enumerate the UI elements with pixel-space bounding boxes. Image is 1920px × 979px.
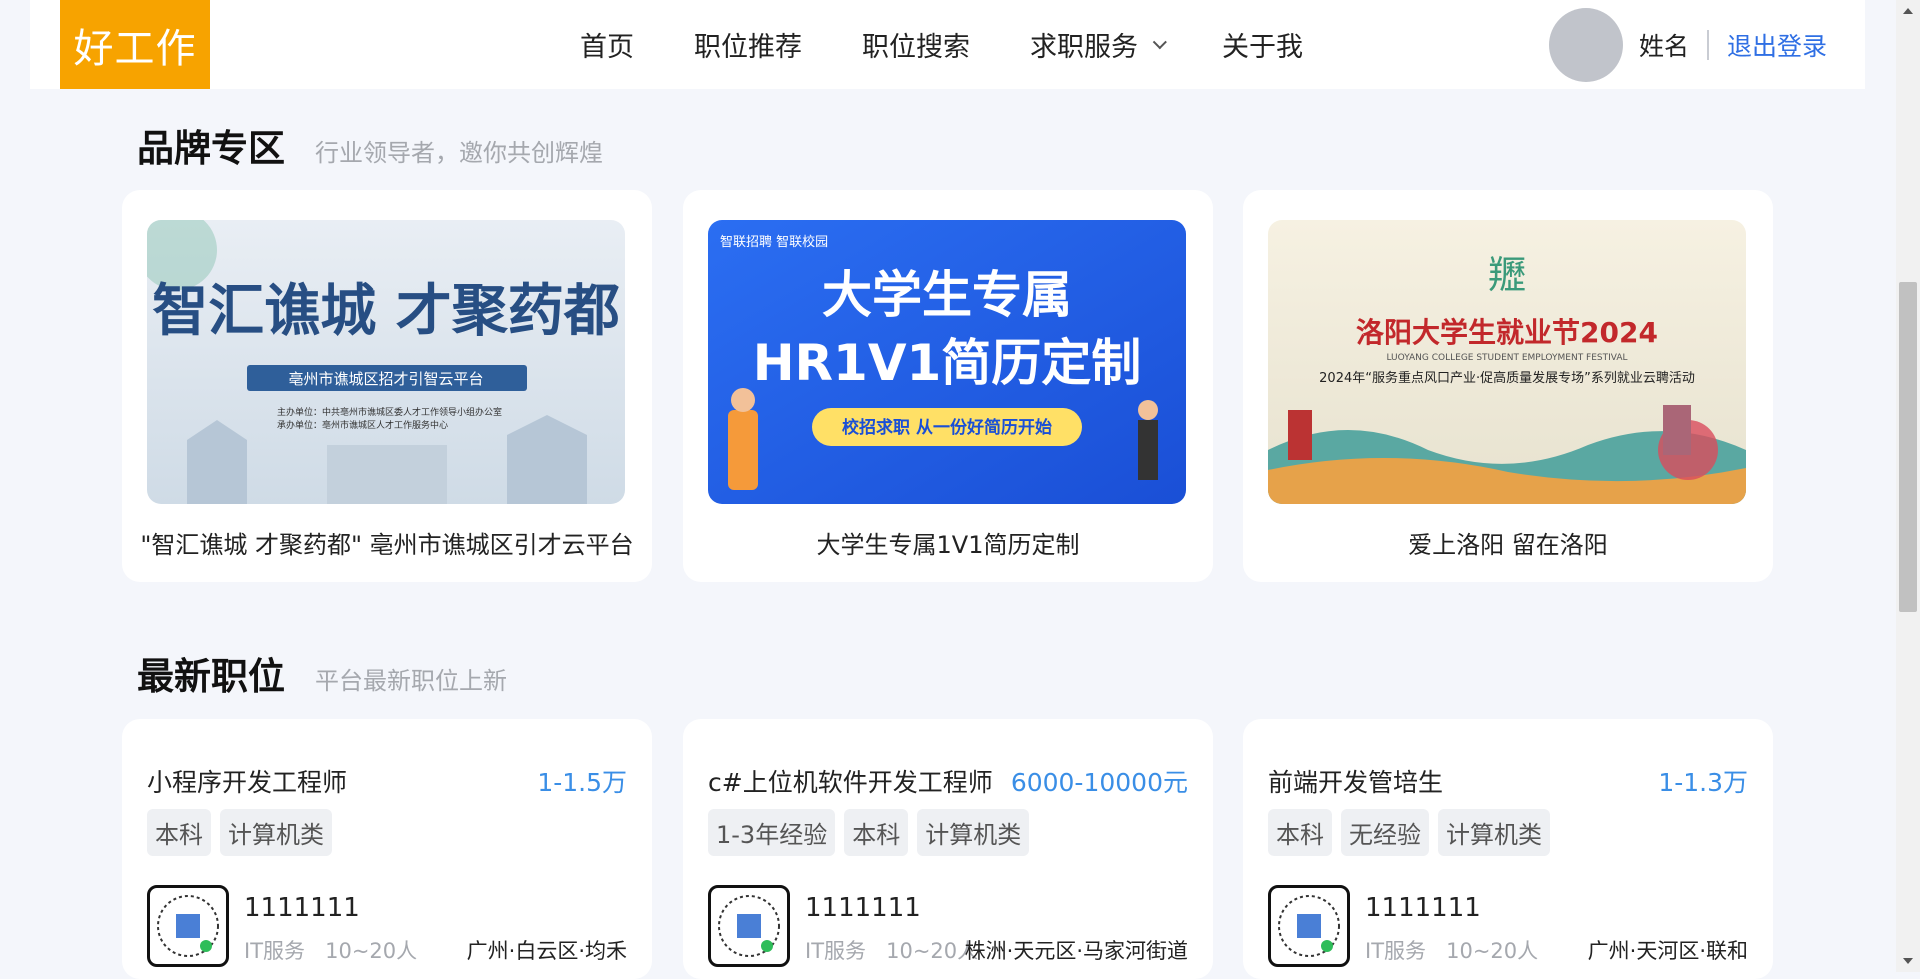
brand-caption[interactable]: "智汇谯城 才聚药都" 亳州市谯城区引才云平台 bbox=[122, 525, 652, 560]
company-size: 10~20人 bbox=[325, 939, 418, 963]
nav-search-label: 职位搜索 bbox=[862, 32, 970, 63]
job-card[interactable]: 前端开发管培生 1-1.3万 本科 无经验 计算机类 1111111 IT服务 … bbox=[1243, 719, 1773, 979]
company-meta: IT服务 10~20人 bbox=[244, 935, 417, 965]
svg-text:䍽: 䍽 bbox=[1488, 253, 1526, 297]
company-info[interactable]: 1111111 IT服务 10~20人 株洲·天元区·马家河街道 bbox=[708, 885, 1188, 967]
job-title[interactable]: 小程序开发工程师 bbox=[147, 763, 347, 799]
job-tag: 本科 bbox=[147, 809, 211, 856]
banner-title-text: 洛阳大学生就业节2024 bbox=[1356, 316, 1658, 349]
nav-about-label: 关于我 bbox=[1222, 32, 1303, 63]
job-tags: 1-3年经验 本科 计算机类 bbox=[708, 809, 1038, 856]
jobs-section-subtitle: 平台最新职位上新 bbox=[315, 667, 507, 695]
job-salary: 1-1.5万 bbox=[537, 768, 627, 797]
user-area: 姓名 退出登录 bbox=[1548, 0, 1827, 89]
job-tag: 无经验 bbox=[1341, 809, 1429, 856]
top-header: 好工作 首页 职位推荐 职位搜索 求职服务 关于我 姓名 退出登录 bbox=[30, 0, 1865, 89]
username[interactable]: 姓名 bbox=[1639, 27, 1689, 63]
job-title[interactable]: c#上位机软件开发工程师 bbox=[708, 763, 993, 799]
job-tags: 本科 无经验 计算机类 bbox=[1268, 809, 1559, 856]
job-card[interactable]: 小程序开发工程师 1-1.5万 本科 计算机类 1111111 IT服务 10~… bbox=[122, 719, 652, 979]
job-tag: 1-3年经验 bbox=[708, 809, 836, 856]
chevron-down-icon bbox=[1152, 34, 1167, 49]
brand-caption[interactable]: 大学生专属1V1简历定制 bbox=[683, 525, 1213, 560]
qr-code-icon bbox=[147, 885, 229, 967]
job-tag: 计算机类 bbox=[220, 809, 332, 856]
brand-card[interactable]: 智汇谯城 才聚药都 亳州市谯城区招才引智云平台 主办单位：中共亳州市谯城区委人才… bbox=[122, 190, 652, 582]
logout-link[interactable]: 退出登录 bbox=[1727, 27, 1827, 63]
banner-org-text: 承办单位：亳州市谯城区人才工作服务中心 bbox=[277, 419, 448, 431]
banner-org-text: 主办单位：中共亳州市谯城区委人才工作领导小组办公室 bbox=[277, 406, 502, 418]
job-tags: 本科 计算机类 bbox=[147, 809, 341, 856]
jobs-section-header: 最新职位 平台最新职位上新 bbox=[137, 646, 507, 700]
banner-line1-text: 大学生专属 bbox=[822, 266, 1072, 324]
scroll-down-arrow-icon[interactable] bbox=[1903, 958, 1913, 964]
job-location: 株洲·天元区·马家河街道 bbox=[964, 939, 1188, 963]
job-salary: 6000-10000元 bbox=[1010, 768, 1188, 797]
nav-home-label: 首页 bbox=[580, 32, 634, 63]
main-nav: 首页 职位推荐 职位搜索 求职服务 关于我 bbox=[580, 0, 1363, 89]
banner-brand-text: 智联招聘 智联校园 bbox=[720, 234, 828, 250]
nav-about[interactable]: 关于我 bbox=[1222, 25, 1303, 64]
banner-sub-text: 2024年“服务重点风口产业·促高质量发展专场”系列就业云聘活动 bbox=[1319, 370, 1695, 386]
banner-bozhou: 智汇谯城 才聚药都 亳州市谯城区招才引智云平台 主办单位：中共亳州市谯城区委人才… bbox=[147, 220, 625, 504]
nav-home[interactable]: 首页 bbox=[580, 25, 634, 64]
nav-recommend-label: 职位推荐 bbox=[694, 32, 802, 63]
job-title[interactable]: 前端开发管培生 bbox=[1268, 763, 1443, 799]
banner-luoyang: 䍽 洛阳大学生就业节2024 LUOYANG COLLEGE STUDENT E… bbox=[1268, 220, 1746, 504]
nav-services-label: 求职服务 bbox=[1030, 32, 1138, 63]
company-info[interactable]: 1111111 IT服务 10~20人 广州·白云区·均禾 bbox=[147, 885, 627, 967]
brand-card[interactable]: 䍽 洛阳大学生就业节2024 LUOYANG COLLEGE STUDENT E… bbox=[1243, 190, 1773, 582]
job-tag: 计算机类 bbox=[917, 809, 1030, 856]
brand-section-header: 品牌专区 行业领导者，邀你共创辉煌 bbox=[137, 118, 603, 172]
page-scrollbar[interactable] bbox=[1896, 0, 1920, 972]
company-size: 10~20人 bbox=[1446, 939, 1539, 963]
company-industry: IT服务 bbox=[805, 939, 867, 963]
banner-en-text: LUOYANG COLLEGE STUDENT EMPLOYMENT FESTI… bbox=[1386, 353, 1627, 363]
company-name[interactable]: 1111111 bbox=[805, 893, 921, 923]
company-info[interactable]: 1111111 IT服务 10~20人 广州·天河区·联和 bbox=[1268, 885, 1748, 967]
banner-line2-text: HR1V1简历定制 bbox=[753, 334, 1142, 392]
brand-card[interactable]: 智联招聘 智联校园 大学生专属 HR1V1简历定制 校招求职 从一份好简历开始 … bbox=[683, 190, 1213, 582]
banner-pill-text: 校招求职 从一份好简历开始 bbox=[842, 417, 1052, 438]
job-location: 广州·白云区·均禾 bbox=[466, 939, 627, 963]
job-tag: 本科 bbox=[1268, 809, 1332, 856]
brand-section-title: 品牌专区 bbox=[137, 127, 285, 170]
jobs-section-title: 最新职位 bbox=[137, 655, 285, 698]
divider bbox=[1706, 29, 1709, 60]
job-card[interactable]: c#上位机软件开发工程师 6000-10000元 1-3年经验 本科 计算机类 … bbox=[683, 719, 1213, 979]
job-tag: 计算机类 bbox=[1438, 809, 1550, 856]
avatar[interactable] bbox=[1548, 7, 1623, 82]
company-industry: IT服务 bbox=[244, 939, 306, 963]
site-logo[interactable]: 好工作 bbox=[60, 0, 210, 89]
company-name[interactable]: 1111111 bbox=[244, 893, 360, 923]
company-meta: IT服务 10~20人 bbox=[805, 935, 978, 965]
company-name[interactable]: 1111111 bbox=[1365, 893, 1481, 923]
qr-code-icon bbox=[1268, 885, 1350, 967]
qr-code-icon bbox=[708, 885, 790, 967]
nav-recommend[interactable]: 职位推荐 bbox=[694, 25, 802, 64]
company-industry: IT服务 bbox=[1365, 939, 1427, 963]
scroll-up-arrow-icon[interactable] bbox=[1903, 8, 1913, 14]
job-location: 广州·天河区·联和 bbox=[1587, 939, 1748, 963]
job-tag: 本科 bbox=[844, 809, 909, 856]
banner-zhaopin: 智联招聘 智联校园 大学生专属 HR1V1简历定制 校招求职 从一份好简历开始 bbox=[708, 220, 1186, 504]
scroll-thumb[interactable] bbox=[1899, 282, 1917, 612]
brand-banner-image[interactable]: 䍽 洛阳大学生就业节2024 LUOYANG COLLEGE STUDENT E… bbox=[1268, 220, 1746, 504]
nav-search[interactable]: 职位搜索 bbox=[862, 25, 970, 64]
banner-title-text: 智汇谯城 才聚药都 bbox=[152, 278, 620, 344]
nav-services[interactable]: 求职服务 bbox=[1030, 25, 1167, 64]
brand-caption[interactable]: 爱上洛阳 留在洛阳 bbox=[1243, 525, 1773, 560]
brand-banner-image[interactable]: 智联招聘 智联校园 大学生专属 HR1V1简历定制 校招求职 从一份好简历开始 bbox=[708, 220, 1186, 504]
brand-section-subtitle: 行业领导者，邀你共创辉煌 bbox=[315, 139, 603, 167]
brand-banner-image[interactable]: 智汇谯城 才聚药都 亳州市谯城区招才引智云平台 主办单位：中共亳州市谯城区委人才… bbox=[147, 220, 625, 504]
banner-sub-text: 亳州市谯城区招才引智云平台 bbox=[288, 370, 483, 388]
job-salary: 1-1.3万 bbox=[1658, 768, 1748, 797]
company-meta: IT服务 10~20人 bbox=[1365, 935, 1538, 965]
